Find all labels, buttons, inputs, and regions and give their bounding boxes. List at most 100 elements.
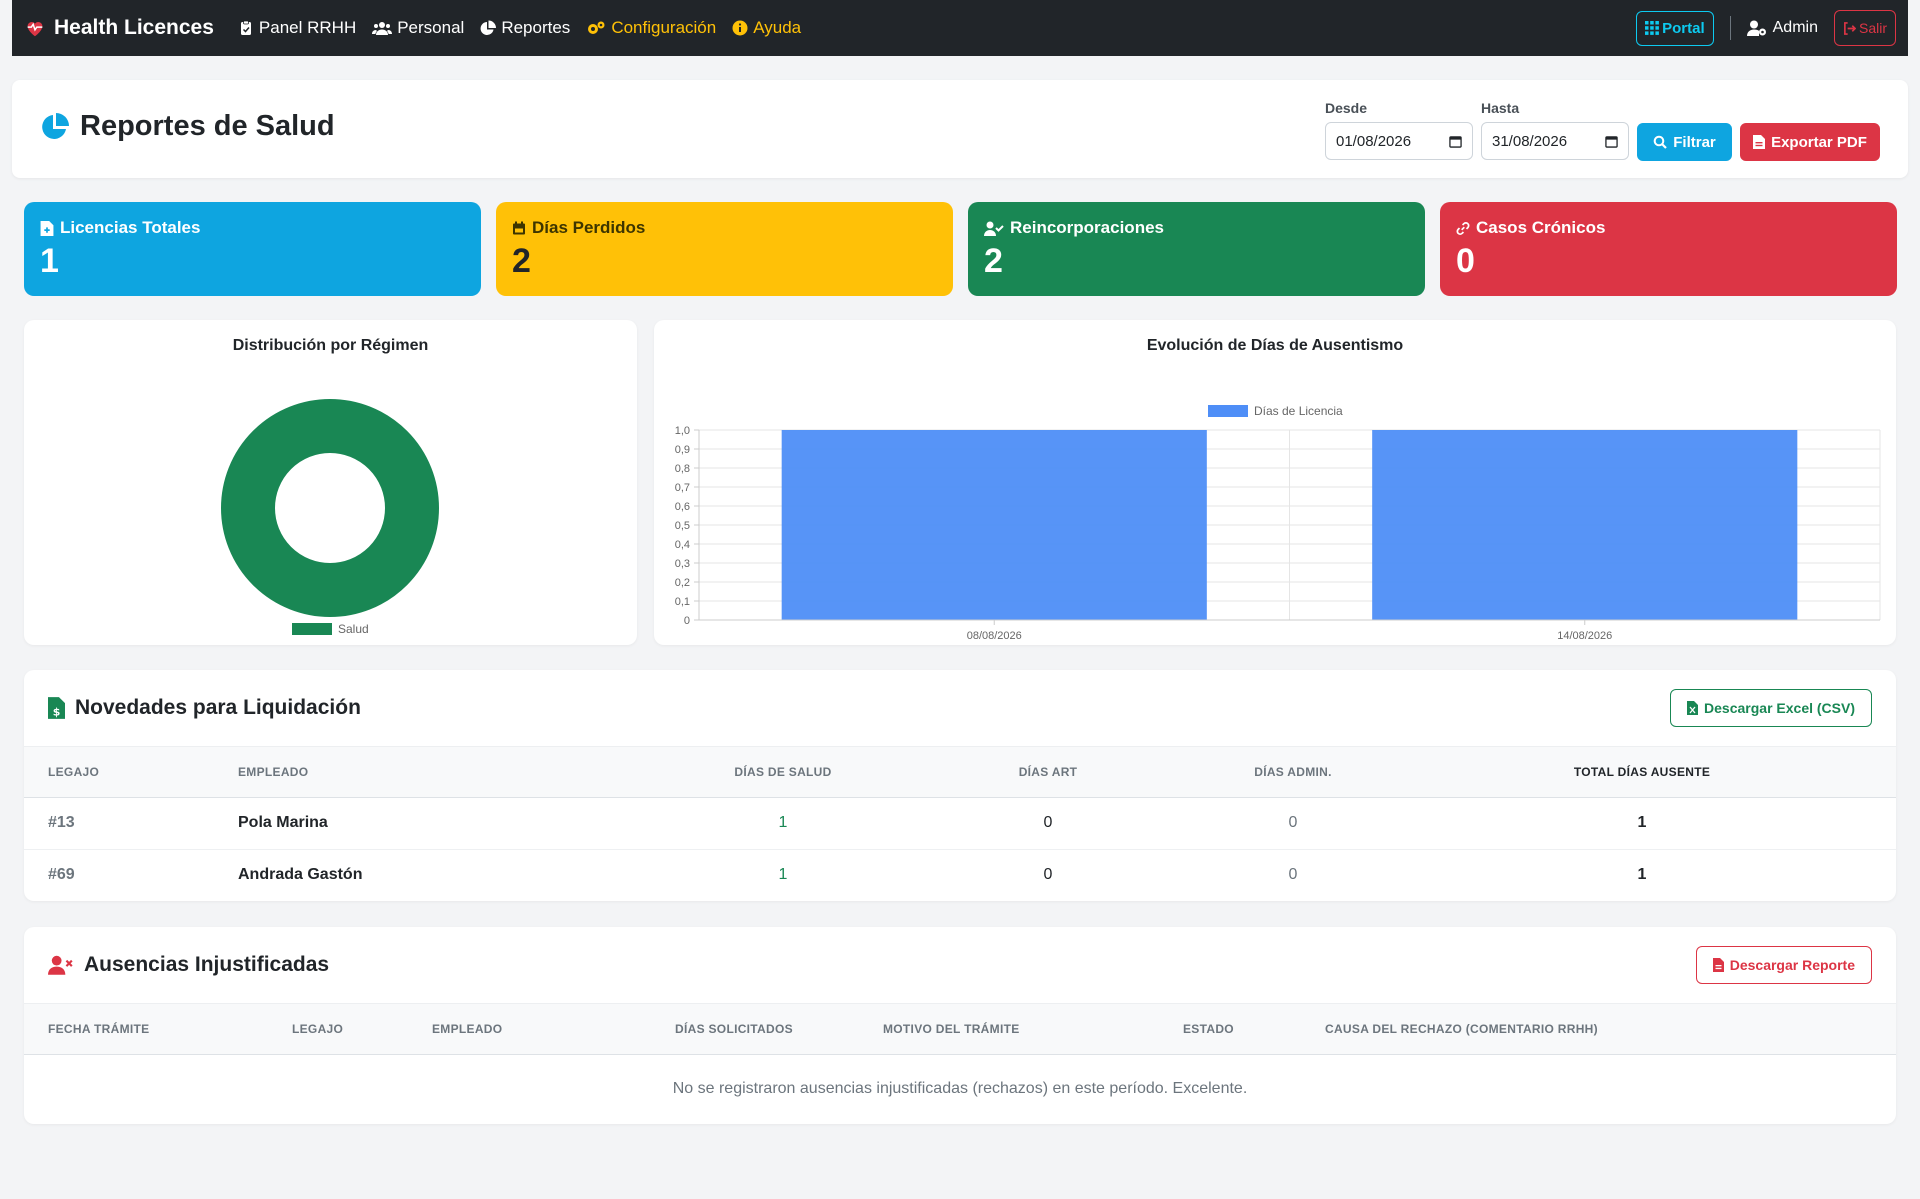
- stat-casos-cronicos: Casos Crónicos 0: [1440, 202, 1897, 296]
- col-causa-rechazo[interactable]: Causa del Rechazo (Comentario RRHH): [1325, 1004, 1896, 1055]
- col-dias-solicitados[interactable]: Días Solicitados: [675, 1004, 883, 1055]
- col-motivo[interactable]: Motivo del Trámite: [883, 1004, 1183, 1055]
- cell-legajo: #13: [24, 797, 238, 850]
- cell-salud: 1: [668, 797, 898, 850]
- hasta-label: Hasta: [1481, 100, 1520, 116]
- col-legajo[interactable]: Legajo: [24, 747, 238, 798]
- hasta-value: 31/08/2026: [1492, 132, 1568, 150]
- filter-button[interactable]: Filtrar: [1637, 123, 1732, 161]
- novedades-title-text: Novedades para Liquidación: [75, 696, 361, 719]
- export-pdf-button[interactable]: Exportar PDF: [1740, 123, 1880, 161]
- stat-label: Días Perdidos: [532, 218, 646, 237]
- empty-row: No se registraron ausencias injustificad…: [24, 1054, 1896, 1124]
- nav-label: Personal: [397, 18, 465, 37]
- y-tick-label: 0,7: [675, 482, 690, 494]
- col-empleado[interactable]: Empleado: [238, 747, 668, 798]
- cell-salud: 1: [778, 866, 788, 884]
- portal-button[interactable]: Portal: [1636, 10, 1714, 46]
- file-medical-icon: [40, 220, 54, 236]
- calendar-icon: [1449, 135, 1462, 148]
- filter-label: Filtrar: [1673, 133, 1716, 151]
- hasta-date-input[interactable]: 31/08/2026: [1481, 122, 1629, 160]
- legend-swatch: [1208, 405, 1248, 417]
- col-dias-salud[interactable]: Días de Salud: [668, 747, 898, 798]
- user-gear-icon: [1746, 20, 1766, 36]
- user-check-icon: [984, 221, 1004, 236]
- nav-configuracion[interactable]: Configuración: [586, 18, 716, 38]
- desde-label: Desde: [1325, 100, 1368, 116]
- user-name: Admin: [1772, 19, 1818, 36]
- ausencias-title-text: Ausencias Injustificadas: [84, 953, 330, 976]
- portal-label: Portal: [1662, 19, 1705, 37]
- hasta-group: Hasta 31/08/2026: [1481, 100, 1629, 160]
- nav-label: Panel RRHH: [258, 18, 357, 37]
- desde-date-input[interactable]: 01/08/2026: [1325, 122, 1473, 160]
- col-legajo[interactable]: Legajo: [292, 1004, 432, 1055]
- y-tick-label: 0: [684, 615, 690, 627]
- chart-pie-icon: [42, 112, 69, 139]
- nav-panel-rrhh[interactable]: Panel RRHH: [238, 18, 356, 38]
- novedades-card: $ Novedades para Liquidación Descargar E…: [24, 670, 1896, 901]
- divider: [1729, 16, 1731, 40]
- col-empleado[interactable]: Empleado: [432, 1004, 675, 1055]
- cell-empleado: Andrada Gastón: [238, 866, 363, 884]
- link-icon: [1456, 221, 1470, 235]
- nav-ayuda[interactable]: Ayuda: [732, 18, 801, 38]
- bar: [781, 430, 1207, 620]
- col-fecha-tramite[interactable]: Fecha Trámite: [24, 1004, 292, 1055]
- logout-label: Salir: [1858, 20, 1887, 36]
- legend-label: Días de Licencia: [1254, 404, 1343, 418]
- report-header: Reportes de Salud Desde 01/08/2026 Hasta…: [12, 80, 1908, 178]
- export-pdf-label: Exportar PDF: [1771, 133, 1867, 151]
- chart-pie-icon: [480, 20, 497, 35]
- file-invoice-dollar-icon: $: [48, 697, 65, 719]
- sign-out-icon: [1844, 21, 1856, 35]
- pie-slice: [221, 399, 439, 617]
- col-dias-admin[interactable]: Días Admin.: [1198, 747, 1388, 798]
- download-csv-label: Descargar Excel (CSV): [1704, 700, 1855, 716]
- cell-empleado: Pola Marina: [238, 797, 668, 850]
- svg-text:$: $: [53, 705, 61, 718]
- ausencias-card: Ausencias Injustificadas Descargar Repor…: [24, 927, 1896, 1124]
- y-tick-label: 0,1: [675, 596, 690, 608]
- stat-dias-perdidos: Días Perdidos 2: [496, 202, 953, 296]
- desde-group: Desde 01/08/2026: [1325, 100, 1473, 160]
- cell-art: 0: [1043, 866, 1053, 884]
- novedades-title: $ Novedades para Liquidación: [48, 696, 361, 720]
- y-tick-label: 0,8: [675, 463, 690, 475]
- stat-label: Casos Crónicos: [1476, 218, 1606, 237]
- nav-label: Reportes: [501, 18, 571, 37]
- top-navbar: Health Licences Panel RRHH Personal Repo…: [12, 0, 1908, 56]
- file-excel-icon: [1687, 701, 1699, 715]
- y-tick-label: 0,5: [675, 520, 690, 532]
- y-tick-label: 0,6: [675, 501, 690, 513]
- page-title-text: Reportes de Salud: [80, 110, 335, 142]
- download-csv-button[interactable]: Descargar Excel (CSV): [1670, 689, 1872, 727]
- stat-value: 1: [40, 242, 59, 280]
- col-estado[interactable]: Estado: [1183, 1004, 1325, 1055]
- users-icon: [372, 22, 393, 35]
- stat-reincorporaciones: Reincorporaciones 2: [968, 202, 1425, 296]
- download-report-button[interactable]: Descargar Reporte: [1695, 946, 1872, 984]
- calendar-icon: [513, 221, 525, 234]
- stat-label: Reincorporaciones: [1010, 218, 1164, 237]
- grid-icon: [1645, 21, 1660, 35]
- ausencias-title: Ausencias Injustificadas: [48, 953, 329, 977]
- cell-total: 1: [1388, 797, 1896, 850]
- search-icon: [1653, 135, 1668, 149]
- doughnut-chart: Salud: [221, 399, 439, 636]
- regimen-chart-card: Distribución por Régimen Salud: [24, 320, 637, 645]
- page-title: Reportes de Salud: [40, 110, 335, 143]
- user-menu[interactable]: Admin: [1746, 19, 1818, 37]
- ausentismo-chart-card: Evolución de Días de Ausentismo 0 0,1 0,2 0…: [654, 320, 1896, 645]
- bar: [1372, 430, 1798, 620]
- col-total[interactable]: Total Días Ausente: [1388, 747, 1896, 798]
- legend-label: Salud: [338, 622, 369, 636]
- logout-button[interactable]: Salir: [1833, 10, 1896, 46]
- col-dias-art[interactable]: Días ART: [898, 747, 1198, 798]
- nav-personal[interactable]: Personal: [372, 18, 464, 38]
- user-xmark-icon: [48, 955, 73, 975]
- x-tick-label: 08/08/2026: [967, 630, 1022, 642]
- nav-reportes[interactable]: Reportes: [480, 18, 570, 38]
- brand[interactable]: Health Licences: [24, 16, 214, 40]
